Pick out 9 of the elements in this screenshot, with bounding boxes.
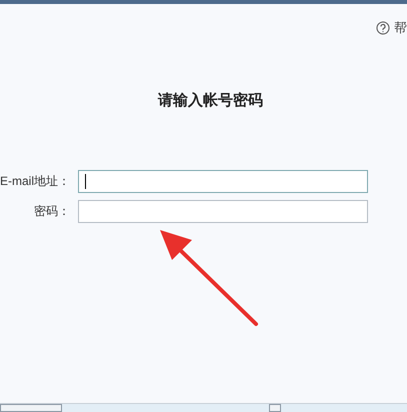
field-label: 密码： [33,203,71,220]
left-button[interactable] [0,404,62,412]
input-field[interactable] [78,200,368,222]
help-icon [376,21,390,35]
field-label: E-mail地址： [0,173,72,190]
form-title: 请输入帐号密码 [158,91,263,111]
help-link[interactable]: 帮 [394,18,407,38]
right-button[interactable] [269,404,281,412]
input-field[interactable] [78,170,368,192]
